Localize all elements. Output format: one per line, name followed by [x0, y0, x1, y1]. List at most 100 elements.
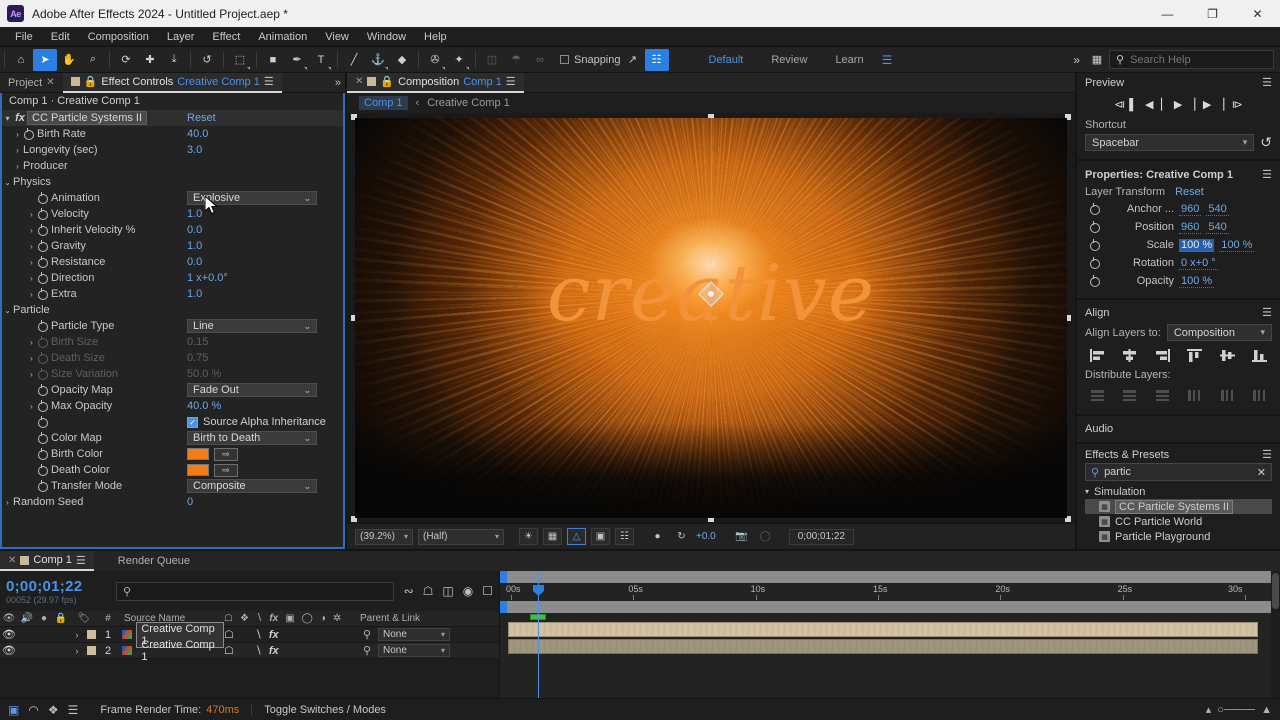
timeline-search-input[interactable] [136, 585, 387, 597]
layer-source-name[interactable]: Creative Comp 1 [118, 638, 224, 664]
maximize-button[interactable]: ❐ [1190, 0, 1235, 27]
stopwatch-icon[interactable] [37, 351, 48, 364]
pan-behind-tool[interactable]: ✚ [138, 49, 162, 71]
properties-reset-button[interactable]: Reset [1175, 186, 1204, 198]
layer-bar-1[interactable] [508, 622, 1258, 637]
source-alpha-inheritance-checkbox[interactable]: ✓ [187, 416, 198, 428]
effect-row-physics[interactable]: ⌄ Physics [2, 174, 343, 190]
menu-layer[interactable]: Layer [158, 27, 204, 47]
effect-row-animation[interactable]: Animation Explosive ⌄ [2, 190, 343, 206]
property-value[interactable]: 1.0 [187, 208, 202, 220]
composition-canvas[interactable]: creative [355, 118, 1067, 518]
menu-file[interactable]: File [6, 27, 42, 47]
close-icon[interactable]: ✕ [46, 77, 54, 88]
tool-extra-3[interactable]: ∞ [528, 49, 552, 71]
rotation-tool[interactable]: ↺ [195, 49, 219, 71]
color-swatch[interactable] [187, 464, 209, 476]
dropdown-animation[interactable]: Explosive ⌄ [187, 191, 317, 205]
lock-icon[interactable]: 🔒 [84, 75, 98, 88]
time-ruler[interactable]: 00s 05s 10s 15s 20s 25s 30s [500, 583, 1280, 601]
twirl-closed-icon[interactable]: › [26, 274, 37, 283]
panel-menu-icon[interactable]: ☰ [1262, 76, 1272, 89]
twirl-closed-icon[interactable]: › [26, 370, 37, 379]
effect-row-death-color[interactable]: Death Color ⇨ [2, 462, 343, 478]
hand-tool[interactable]: ✋ [57, 49, 81, 71]
eyedropper-icon[interactable]: ⇨ [214, 447, 238, 461]
stopwatch-icon[interactable] [37, 207, 48, 220]
zoom-out-timeline-icon[interactable]: ▴ [1206, 703, 1212, 716]
snapping-toggle[interactable]: Snapping [560, 54, 621, 66]
selection-tool[interactable]: ➤ [33, 48, 57, 71]
shy-icon[interactable]: ☖ [224, 644, 234, 657]
parent-pickwhip-icon[interactable]: ⚲ [356, 644, 378, 657]
zoom-level-dropdown[interactable]: (39.2%) ▾ [355, 528, 413, 545]
menu-help[interactable]: Help [415, 27, 456, 47]
snapshot-icon[interactable]: 📷 [732, 528, 751, 545]
distribute-center-v-button[interactable] [1119, 387, 1140, 404]
property-value-x[interactable]: 100 % [1179, 238, 1215, 252]
property-value[interactable]: 3.0 [187, 144, 202, 156]
quality-icon[interactable]: ∖ [255, 644, 262, 657]
twirl-closed-icon[interactable]: › [26, 402, 37, 411]
close-icon[interactable]: ✕ [355, 76, 363, 87]
tab-composition[interactable]: ✕ 🔒 Composition Comp 1 ☰ [347, 72, 524, 93]
effect-row-source-alpha-inheritance[interactable]: ✓ Source Alpha Inheritance [2, 414, 343, 430]
stopwatch-icon[interactable] [37, 335, 48, 348]
property-value-y[interactable]: 540 [1206, 203, 1229, 216]
frame-blending-icon[interactable]: ◉ [463, 584, 473, 598]
tab-effect-controls[interactable]: 🔒 Effect Controls Creative Comp 1 ☰ [62, 72, 282, 93]
eraser-tool[interactable]: ◆ [390, 49, 414, 71]
work-area-bar-bottom[interactable] [500, 601, 1280, 613]
property-value[interactable]: 50.0 % [187, 368, 221, 380]
region-of-interest-icon[interactable]: ☀ [519, 528, 538, 545]
property-value[interactable]: 0.15 [187, 336, 208, 348]
zoom-tool[interactable]: ⌕ [81, 49, 105, 71]
close-icon[interactable]: ✕ [8, 555, 16, 566]
workspace-learn[interactable]: Learn [821, 47, 877, 73]
expand-icon[interactable]: ❖ [48, 703, 59, 717]
align-right-button[interactable] [1152, 347, 1173, 364]
reset-shortcut-icon[interactable]: ↺ [1260, 134, 1272, 151]
effect-row-random-seed[interactable]: › Random Seed 0 [2, 494, 343, 510]
draft-3d-icon[interactable]: ☖ [423, 584, 434, 598]
panel-menu-icon[interactable]: ☰ [76, 554, 86, 567]
roto-brush-tool[interactable]: ⬚ [228, 49, 252, 71]
effect-row-particle[interactable]: ⌄ Particle [2, 302, 343, 318]
property-value[interactable]: 0.75 [187, 352, 208, 364]
fx-icon[interactable]: fx [269, 645, 279, 657]
previous-frame-button[interactable]: ◀▕ [1145, 98, 1162, 111]
menu-edit[interactable]: Edit [42, 27, 79, 47]
stopwatch-icon[interactable] [37, 255, 48, 268]
grid-guides-icon[interactable]: ☷ [615, 528, 634, 545]
property-value[interactable]: 40.0 [187, 128, 208, 140]
twirl-closed-icon[interactable]: › [26, 354, 37, 363]
effect-row-extra[interactable]: › Extra 1.0 [2, 286, 343, 302]
parent-link-dropdown[interactable]: None ▾ [378, 644, 450, 657]
minimize-button[interactable]: — [1145, 0, 1190, 27]
effect-item-cc-particle-world[interactable]: ▦ CC Particle World [1085, 514, 1272, 529]
effects-search-box[interactable]: ⚲ ✕ [1085, 463, 1272, 481]
table-row[interactable]: 👁 › 1 Creative Comp 1 ☖ ∖ fx ⚲ None ▾ [0, 621, 499, 648]
layer-twirl-icon[interactable]: › [70, 646, 84, 656]
table-row[interactable]: 👁 › 2 Creative Comp 1 ☖ ∖ fx ⚲ None ▾ [0, 639, 499, 663]
panel-menu-icon[interactable]: ☰ [1262, 448, 1272, 461]
stopwatch-icon[interactable] [37, 415, 48, 428]
learn-panel-icon[interactable]: ▦ [1085, 49, 1109, 71]
effect-row-max-opacity[interactable]: › Max Opacity 40.0 % [2, 398, 343, 414]
layer-label-color[interactable] [84, 646, 98, 655]
layer-name-label[interactable]: Creative Comp 1 [136, 638, 224, 664]
workspace-default[interactable]: Default [695, 47, 758, 73]
effect-row-birth-size[interactable]: › Birth Size 0.15 [2, 334, 343, 350]
first-frame-button[interactable]: ⧏▐ [1114, 98, 1133, 111]
motion-blur-icon[interactable]: ☐ [482, 584, 493, 598]
align-bottom-button[interactable] [1249, 347, 1270, 364]
effect-twirl-icon[interactable]: ▾ [2, 114, 13, 123]
snap-align-icon[interactable]: ↗ [621, 49, 645, 71]
effect-name[interactable]: CC Particle Systems II [27, 111, 148, 125]
distribute-bottom-button[interactable] [1152, 387, 1173, 404]
effect-row-color-map[interactable]: Color Map Birth to Death ⌄ [2, 430, 343, 446]
stopwatch-icon[interactable] [37, 271, 48, 284]
stopwatch-icon[interactable] [37, 367, 48, 380]
tab-project[interactable]: Project ✕ [0, 73, 63, 93]
exposure-value[interactable]: +0.0 [696, 531, 716, 542]
